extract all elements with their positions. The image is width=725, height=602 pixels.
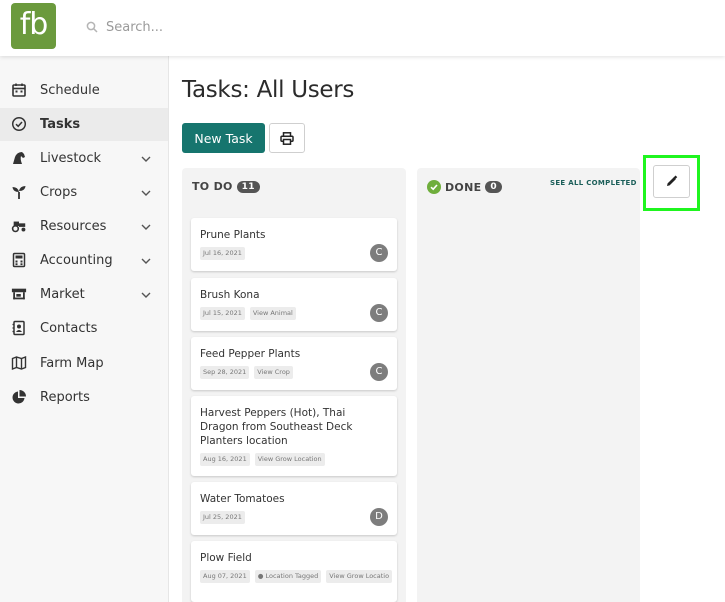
view-crop-link[interactable]: View Crop — [254, 366, 293, 379]
pencil-icon — [667, 175, 678, 186]
tractor-icon — [11, 221, 26, 233]
sidebar-item-label: Contacts — [40, 321, 98, 336]
view-grow-location-link[interactable]: View Grow Locatio — [326, 570, 393, 583]
task-title: Harvest Peppers (Hot), Thai Dragon from … — [200, 407, 353, 447]
seedling-icon — [12, 186, 26, 199]
sidebar-item-schedule[interactable]: Schedule — [0, 74, 168, 107]
sidebar-item-crops[interactable]: Crops — [0, 176, 168, 209]
task-title: Feed Pepper Plants — [200, 348, 301, 360]
check-circle-icon — [11, 116, 27, 132]
sidebar-item-market[interactable]: Market — [0, 278, 168, 311]
address-book-icon — [12, 320, 25, 336]
done-count-badge: 0 — [485, 181, 502, 193]
task-title: Plow Field — [200, 552, 252, 564]
search-box[interactable] — [86, 14, 386, 40]
sidebar-item-contacts[interactable]: Contacts — [0, 312, 168, 345]
task-tags: Aug 16, 2021 View Grow Location — [200, 453, 330, 466]
done-column: DONE 0 SEE ALL COMPLETED — [417, 168, 640, 602]
assignee-avatar[interactable]: C — [370, 304, 388, 322]
print-button[interactable] — [269, 123, 305, 153]
task-card[interactable]: Harvest Peppers (Hot), Thai Dragon from … — [191, 396, 397, 476]
sidebar-item-label: Crops — [40, 185, 78, 200]
task-date-tag: Jul 25, 2021 — [200, 511, 245, 524]
assignee-avatar[interactable]: C — [370, 363, 388, 381]
search-icon — [86, 21, 98, 33]
search-input[interactable] — [106, 19, 366, 35]
task-card[interactable]: Feed Pepper Plants Sep 28, 2021 View Cro… — [191, 337, 397, 390]
todo-column-header: TO DO 11 — [192, 180, 260, 193]
task-title: Water Tomatoes — [200, 493, 285, 505]
horse-icon — [13, 152, 25, 164]
task-date-tag: Jul 16, 2021 — [200, 247, 245, 260]
task-card[interactable]: Prune Plants Jul 16, 2021 C — [191, 218, 397, 271]
task-tags: Jul 16, 2021 — [200, 247, 250, 260]
sidebar-item-label: Livestock — [40, 151, 102, 166]
new-task-button[interactable]: New Task — [182, 123, 265, 153]
sidebar-item-label: Tasks — [40, 117, 81, 132]
see-all-completed-link[interactable]: SEE ALL COMPLETED — [550, 179, 637, 187]
task-date-tag: Jul 15, 2021 — [200, 307, 245, 320]
sidebar: Schedule Tasks Livestock Crops Resources… — [0, 56, 169, 602]
sidebar-item-label: Resources — [40, 219, 107, 234]
edit-board-button[interactable] — [653, 165, 690, 198]
location-tagged-label: Location Tagged — [265, 572, 319, 580]
view-animal-link[interactable]: View Animal — [249, 307, 296, 320]
farmbrite-logo[interactable]: fb — [11, 3, 56, 49]
task-title: Prune Plants — [200, 229, 266, 241]
task-tags: Jul 25, 2021 — [200, 511, 250, 524]
sidebar-item-label: Accounting — [40, 253, 113, 268]
calculator-icon — [12, 252, 26, 268]
task-tags: Sep 28, 2021 View Crop — [200, 366, 298, 379]
task-title: Brush Kona — [200, 289, 260, 301]
sidebar-item-label: Reports — [40, 390, 90, 405]
task-tags: Aug 07, 2021 ● Location Tagged View Grow… — [200, 570, 397, 583]
todo-column: TO DO 11 Prune Plants Jul 16, 2021 C Bru… — [182, 168, 406, 602]
chevron-down-icon — [141, 156, 151, 162]
map-icon — [11, 355, 27, 371]
calendar-icon — [12, 83, 26, 97]
done-column-label: DONE — [445, 180, 482, 194]
chevron-down-icon — [141, 292, 151, 298]
sidebar-item-tasks[interactable]: Tasks — [0, 108, 168, 141]
chevron-down-icon — [141, 190, 151, 196]
check-circle-icon — [427, 180, 441, 194]
assignee-avatar[interactable]: D — [370, 508, 388, 526]
sidebar-item-reports[interactable]: Reports — [0, 381, 168, 414]
view-grow-location-link[interactable]: View Grow Location — [254, 453, 325, 466]
assignee-avatar[interactable]: C — [370, 244, 388, 262]
pie-chart-icon — [12, 390, 26, 404]
sidebar-item-label: Market — [40, 287, 85, 302]
sidebar-item-label: Farm Map — [40, 356, 104, 371]
chevron-down-icon — [141, 258, 151, 264]
sidebar-item-label: Schedule — [40, 83, 100, 98]
task-date-tag: Sep 28, 2021 — [200, 366, 250, 379]
sidebar-item-livestock[interactable]: Livestock — [0, 142, 168, 175]
print-icon — [280, 131, 294, 145]
sidebar-item-accounting[interactable]: Accounting — [0, 244, 168, 277]
top-bar: fb — [0, 0, 725, 56]
sidebar-item-resources[interactable]: Resources — [0, 210, 168, 243]
todo-column-label: TO DO — [192, 180, 233, 193]
done-column-header: DONE 0 — [427, 180, 502, 194]
task-tags: Jul 15, 2021 View Animal — [200, 307, 301, 320]
location-tagged-tag: ● Location Tagged — [254, 570, 322, 583]
task-card[interactable]: Plow Field Aug 07, 2021 ● Location Tagge… — [191, 541, 397, 602]
task-card[interactable]: Water Tomatoes Jul 25, 2021 D — [191, 482, 397, 535]
todo-count-badge: 11 — [236, 180, 260, 193]
task-date-tag: Aug 16, 2021 — [200, 453, 250, 466]
map-marker-icon: ● — [257, 572, 264, 580]
chevron-down-icon — [141, 224, 151, 230]
store-icon — [11, 288, 27, 300]
main-content: Tasks: All Users New Task TO DO 11 Prune… — [169, 56, 725, 602]
task-card[interactable]: Brush Kona Jul 15, 2021 View Animal C — [191, 278, 397, 331]
page-title: Tasks: All Users — [182, 77, 355, 103]
task-date-tag: Aug 07, 2021 — [200, 570, 250, 583]
sidebar-item-farm-map[interactable]: Farm Map — [0, 347, 168, 380]
